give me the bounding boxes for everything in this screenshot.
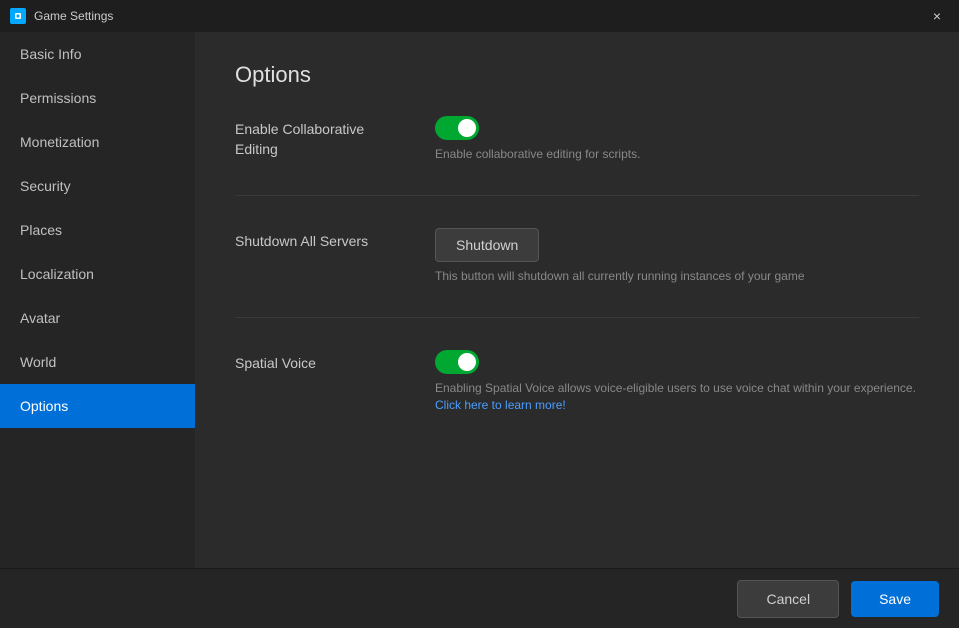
- option-row-spatial-voice: Spatial Voice Enabling Spatial Voice all…: [235, 350, 919, 447]
- option-row-collaborative-editing: Enable Collaborative Editing Enable coll…: [235, 116, 919, 196]
- sidebar-item-permissions[interactable]: Permissions: [0, 76, 195, 120]
- sidebar-item-places[interactable]: Places: [0, 208, 195, 252]
- spatial-voice-description: Enabling Spatial Voice allows voice-elig…: [435, 380, 919, 397]
- title-bar-left: Game Settings: [10, 8, 113, 24]
- app-icon: [10, 8, 26, 24]
- shutdown-button[interactable]: Shutdown: [435, 228, 539, 262]
- collaborative-editing-label: Enable Collaborative Editing: [235, 120, 415, 159]
- sidebar-item-monetization[interactable]: Monetization: [0, 120, 195, 164]
- collaborative-editing-toggle[interactable]: [435, 116, 479, 140]
- sidebar-item-avatar[interactable]: Avatar: [0, 296, 195, 340]
- spatial-voice-toggle[interactable]: [435, 350, 479, 374]
- close-button[interactable]: ×: [923, 2, 951, 30]
- spatial-voice-learn-more-link[interactable]: Click here to learn more!: [435, 398, 566, 412]
- content-area: Options Enable Collaborative Editing: [195, 32, 959, 568]
- sidebar-item-options[interactable]: Options: [0, 384, 195, 428]
- shutdown-label: Shutdown All Servers: [235, 232, 415, 252]
- spatial-voice-label: Spatial Voice: [235, 354, 415, 374]
- title-bar: Game Settings ×: [0, 0, 959, 32]
- main-content: Basic Info Permissions Monetization Secu…: [0, 32, 959, 568]
- sidebar-item-world[interactable]: World: [0, 340, 195, 384]
- window-title: Game Settings: [34, 9, 113, 23]
- save-button[interactable]: Save: [851, 581, 939, 617]
- footer: Cancel Save: [0, 568, 959, 628]
- option-row-shutdown: Shutdown All Servers Shutdown This butto…: [235, 228, 919, 318]
- cancel-button[interactable]: Cancel: [737, 580, 839, 618]
- sidebar-item-localization[interactable]: Localization: [0, 252, 195, 296]
- sidebar: Basic Info Permissions Monetization Secu…: [0, 32, 195, 568]
- page-title: Options: [235, 62, 919, 88]
- sidebar-item-security[interactable]: Security: [0, 164, 195, 208]
- collaborative-editing-description: Enable collaborative editing for scripts…: [435, 146, 919, 163]
- app-window: Game Settings × Basic Info Permissions M…: [0, 0, 959, 628]
- shutdown-description: This button will shutdown all currently …: [435, 268, 919, 285]
- sidebar-item-basic-info[interactable]: Basic Info: [0, 32, 195, 76]
